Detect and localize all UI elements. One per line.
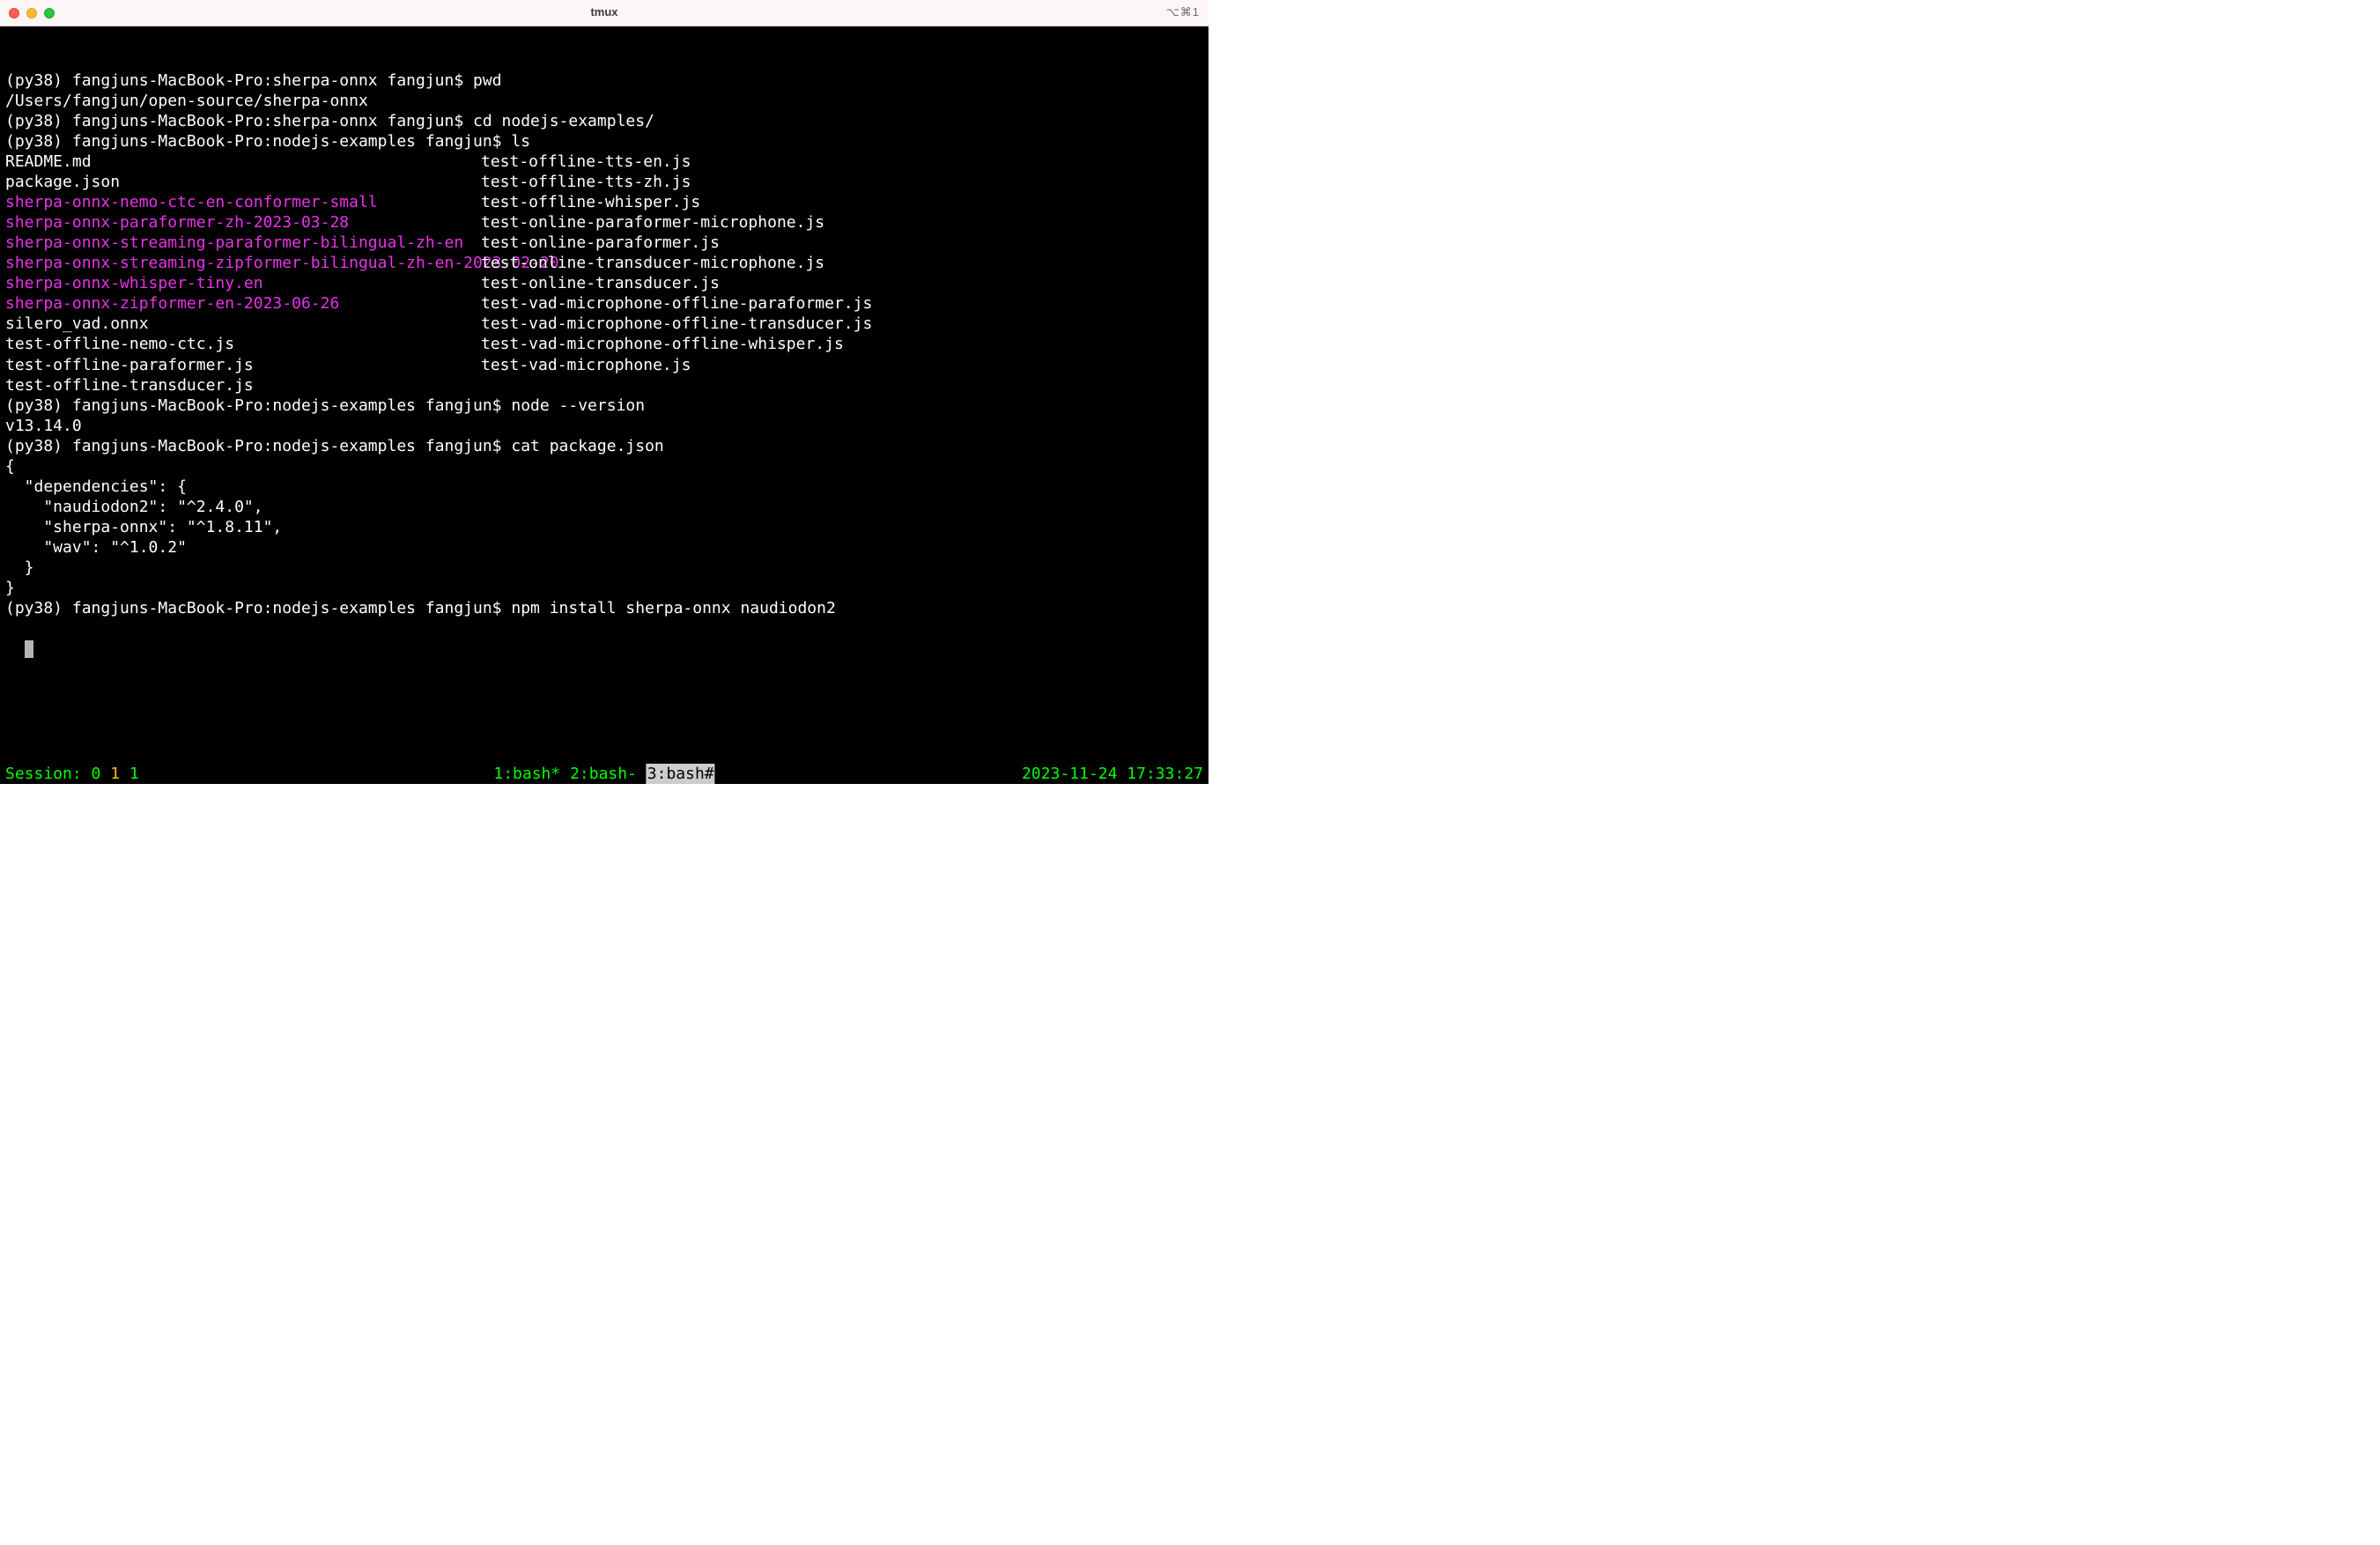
tmux-statusbar: Session: 0 1 1 1:bash* 2:bash- 3:bash# 2… [0,765,1208,784]
traffic-lights [9,8,55,18]
tmux-window-1[interactable]: 1:bash* [493,764,570,784]
window-title: tmux [590,5,617,20]
tmux-window-2[interactable]: 2:bash- [570,764,647,784]
window-titlebar: tmux ⌥⌘1 [0,0,1208,26]
terminal-viewport[interactable]: (py38) fangjuns-MacBook-Pro:sherpa-onnx … [0,26,1208,784]
tmux-clock: 2023-11-24 17:33:27 [1022,764,1203,784]
window-shortcut-hint: ⌥⌘1 [1166,5,1200,20]
tmux-window-list: 1:bash* 2:bash- 3:bash# [493,764,714,784]
tmux-window-3-active[interactable]: 3:bash# [647,764,715,784]
maximize-window-button[interactable] [44,8,55,18]
terminal-scrollback: (py38) fangjuns-MacBook-Pro:sherpa-onnx … [5,70,1203,618]
terminal-cursor [25,640,33,658]
close-window-button[interactable] [9,8,19,18]
session-label: Session: 0 1 1 [5,764,139,784]
minimize-window-button[interactable] [26,8,37,18]
